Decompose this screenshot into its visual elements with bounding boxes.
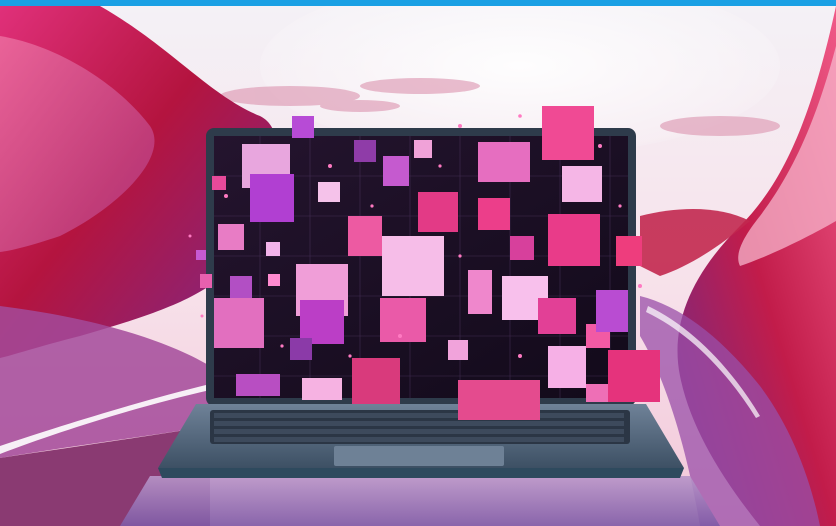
trackpad [334, 446, 504, 466]
hero-image [0, 6, 836, 526]
photo-frame [0, 0, 836, 526]
floor-surface [120, 476, 720, 526]
laptop-front-edge [158, 468, 684, 478]
